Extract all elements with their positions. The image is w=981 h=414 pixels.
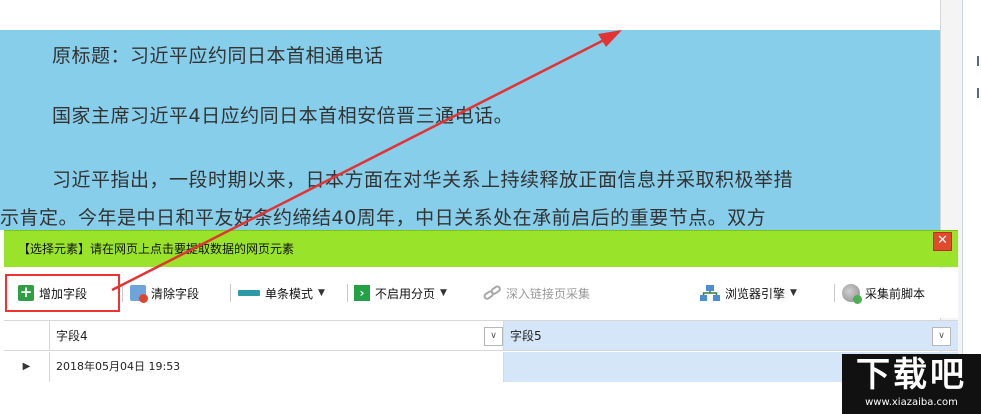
single-mode-label: 单条模式 <box>265 286 314 301</box>
column-header-label: 字段4 <box>56 329 88 343</box>
column-header-label: 字段5 <box>510 329 542 343</box>
single-record-icon <box>238 290 260 296</box>
no-paging-label: 不启用分页 <box>375 286 436 301</box>
edge-marker <box>977 88 979 98</box>
clear-list-icon <box>130 285 148 303</box>
no-paging-dropdown[interactable]: › 不启用分页 ▼ <box>354 282 447 304</box>
article-title-line: 原标题：习近平应约同日本首相通电话 <box>52 45 384 67</box>
table-cell[interactable]: 2018年05月04日 19:53 <box>50 352 504 382</box>
toolbar-divider <box>347 284 348 302</box>
chain-link-icon <box>483 285 501 300</box>
field-toolbar: + 增加字段 清除字段 单条模式 ▼ › 不启用分页 ▼ 深入链接页采集 浏览器… <box>4 268 958 318</box>
toolbar-divider <box>230 284 231 302</box>
site-watermark: 下载吧 www.xiazaiba.com <box>842 354 981 414</box>
annotation-highlight-box <box>5 274 120 312</box>
clear-field-button[interactable]: 清除字段 <box>130 282 199 304</box>
row-selector-arrow-icon[interactable]: ▶ <box>4 352 50 382</box>
window-edge <box>962 0 981 414</box>
column-header-field5[interactable]: 字段5 ∨ <box>504 321 958 351</box>
watermark-url: www.xiazaiba.com <box>865 397 958 408</box>
close-icon[interactable]: ✕ <box>933 232 952 251</box>
highlighted-article-block[interactable]: 原标题：习近平应约同日本首相通电话 国家主席习近平4日应约同日本首相安倍晋三通电… <box>0 30 940 230</box>
edge-marker <box>977 56 979 66</box>
toolbar-divider <box>834 284 835 302</box>
watermark-logo-text: 下载吧 <box>856 355 967 395</box>
deep-link-label: 深入链接页采集 <box>506 286 591 301</box>
single-mode-dropdown[interactable]: 单条模式 ▼ <box>238 282 325 304</box>
clear-field-label: 清除字段 <box>151 286 200 301</box>
column-header-field4[interactable]: 字段4 ∨ <box>50 321 504 351</box>
chevron-down-icon: ▼ <box>790 288 797 298</box>
chevron-down-icon: ▼ <box>440 288 447 298</box>
chevron-down-icon[interactable]: ∨ <box>484 327 503 346</box>
article-paragraph: 习近平指出，一段时期以来，日本方面在对华关系上持续释放正面信息并采取积极举措 <box>52 169 794 191</box>
select-element-hint: 【选择元素】请在网页上点击要提取数据的网页元素 <box>18 242 295 256</box>
script-gear-icon <box>842 284 862 304</box>
next-page-icon: › <box>354 285 370 301</box>
select-element-bar: 【选择元素】请在网页上点击要提取数据的网页元素 ✕ <box>4 230 958 267</box>
article-paragraph: 国家主席习近平4日应约同日本首相安倍晋三通电话。 <box>52 105 514 127</box>
toolbar-divider <box>122 284 123 302</box>
pre-collect-script-button[interactable]: 采集前脚本 <box>842 282 925 304</box>
row-header-corner <box>4 321 50 351</box>
network-icon <box>700 285 720 301</box>
chevron-down-icon: ▼ <box>318 288 325 298</box>
browser-engine-dropdown[interactable]: 浏览器引擎 ▼ <box>700 282 797 304</box>
pre-collect-script-label: 采集前脚本 <box>865 286 926 301</box>
field-grid: 字段4 ∨ 字段5 ∨ ▶ 2018年05月04日 19:53 <box>4 320 958 387</box>
deep-link-button[interactable]: 深入链接页采集 <box>483 282 590 304</box>
chevron-down-icon[interactable]: ∨ <box>932 327 951 346</box>
article-paragraph: 示肯定。今年是中日和平友好条约缔结40周年，中日关系处在承前启后的重要节点。双方 <box>0 207 767 229</box>
browser-engine-label: 浏览器引擎 <box>725 286 786 301</box>
